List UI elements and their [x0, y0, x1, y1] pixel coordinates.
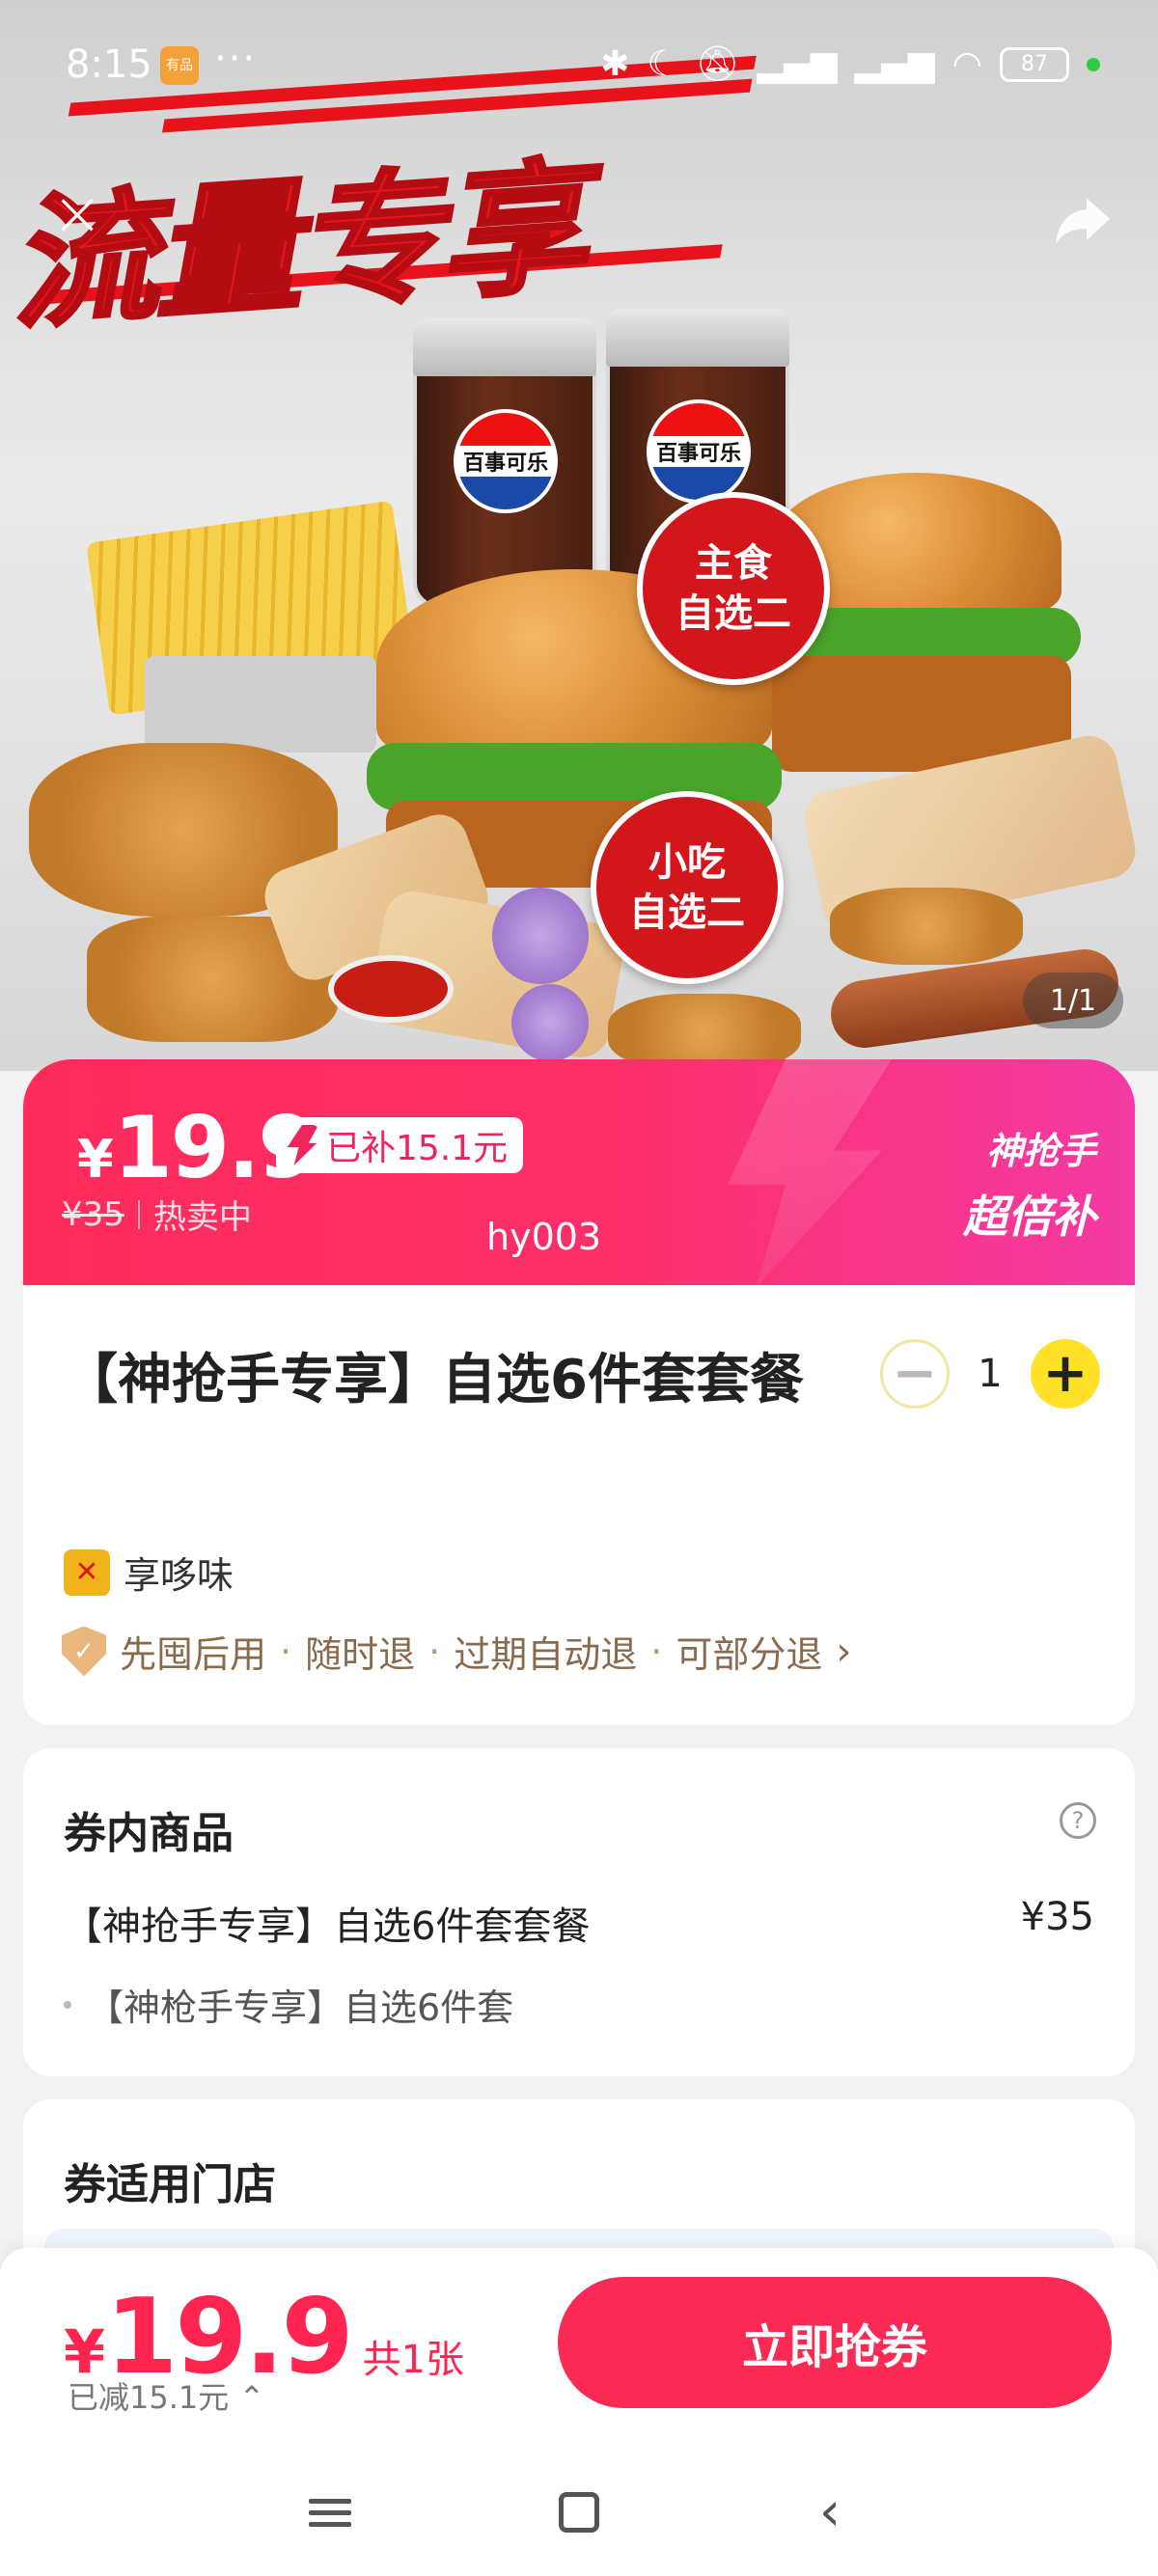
shield-check-icon: ✓ [62, 1626, 106, 1677]
battery-icon: 87 [1000, 47, 1069, 82]
sub-item-name: 【神枪手专享】自选6件套 [87, 1987, 514, 2029]
discount-detail-toggle[interactable]: 已减15.1元 ⌃ [68, 2373, 264, 2418]
more-notifications-icon: ··· [214, 37, 258, 81]
signal-hd-icon: ▂▄▆ [757, 44, 838, 84]
bluetooth-icon: ✱ [600, 44, 630, 84]
guarantee-row[interactable]: ✓ 先囤后用 · 随时退 · 过期自动退 · 可部分退 › [62, 1625, 851, 1678]
snack-badge: 小吃 自选二 [591, 791, 784, 984]
product-title: 【神抢手专享】自选6件套套餐 [64, 1349, 804, 1411]
bullet-icon [64, 2000, 71, 2009]
status-bar: 8:15 有品 ··· ✱ ☾ 🔕︎ ▂▄▆ ▂▄▆ ◠ 87 [0, 0, 1158, 125]
sale-status: 热卖中 [152, 1198, 252, 1237]
section-title: 券适用门店 [64, 2160, 276, 2209]
decrease-quantity-button[interactable]: − [880, 1339, 950, 1409]
notification-app-icon: 有品 [160, 46, 199, 85]
help-icon[interactable]: ? [1060, 1802, 1096, 1839]
item-price: ¥35 [1020, 1895, 1094, 1939]
watermark-id: hy003 [486, 1216, 602, 1258]
increase-quantity-button[interactable]: + [1031, 1339, 1100, 1409]
clock: 8:15 [66, 42, 152, 87]
moon-icon: ☾ [647, 44, 678, 84]
recent-apps-icon[interactable] [301, 2483, 359, 2541]
quantity-value: 1 [978, 1352, 1003, 1396]
coupon-count: 共1张 [362, 2338, 465, 2382]
checkout-bar: ¥ 19.9 共1张 已减15.1元 ⌃ 立即抢券 [0, 2248, 1158, 2441]
chevron-right-icon: › [836, 1629, 852, 1674]
image-counter: 1/1 [1023, 973, 1123, 1028]
mute-icon: 🔕︎ [695, 44, 740, 84]
back-icon[interactable]: ‹ [801, 2483, 859, 2541]
subsidy-tag: 已补15.1元 [276, 1117, 524, 1173]
signal-hd-icon: ▂▄▆ [854, 44, 935, 84]
main-course-badge: 主食 自选二 [637, 492, 830, 685]
quantity-stepper: − 1 + [880, 1339, 1100, 1409]
chevron-up-icon: ⌃ [238, 2379, 265, 2416]
coupon-items-card: 券内商品 ? 【神抢手专享】自选6件套套餐 ¥35 【神枪手专享】自选6件套 [23, 1748, 1135, 2076]
merchant-logo-icon: ✕ [64, 1548, 110, 1596]
coupon-item-row: 【神抢手专享】自选6件套套餐 ¥35 [64, 1895, 1094, 1951]
merchant-row[interactable]: ✕ 享哆味 [64, 1546, 234, 1599]
home-icon[interactable] [550, 2483, 608, 2541]
original-price-row: ¥35 热卖中 [62, 1191, 252, 1238]
lightning-decoration [728, 1059, 892, 1287]
flash-icon [287, 1125, 318, 1165]
charging-dot [1087, 58, 1100, 71]
product-image-carousel[interactable]: 流量专享 百事可乐 百事可乐 主食 自选二 小吃 自选二 × 1/1 [0, 0, 1158, 1071]
section-title: 券内商品 [64, 1809, 234, 1858]
ketchup-image [328, 955, 454, 1023]
sub-item-row: 【神枪手专享】自选6件套 [64, 1978, 513, 2031]
wifi-icon: ◠ [951, 44, 982, 84]
grab-coupon-button[interactable]: 立即抢券 [558, 2277, 1112, 2408]
original-price: ¥35 [62, 1194, 124, 1234]
cola-cup-image: 百事可乐 [413, 318, 596, 608]
close-icon[interactable]: × [48, 183, 106, 245]
price-banner: ¥19.9 已补15.1元 ¥35 热卖中 hy003 神抢手 超倍补 [23, 1059, 1135, 1287]
system-navigation-bar: ‹ [0, 2441, 1158, 2576]
item-name: 【神抢手专享】自选6件套套餐 [64, 1905, 591, 1949]
product-info-card: 【神抢手专享】自选6件套套餐 − 1 + ✕ 享哆味 ✓ 先囤后用 · 随时退 … [23, 1285, 1135, 1725]
promo-label: 神抢手 超倍补 [963, 1130, 1096, 1243]
share-icon[interactable] [1052, 188, 1114, 250]
merchant-name: 享哆味 [124, 1554, 234, 1597]
